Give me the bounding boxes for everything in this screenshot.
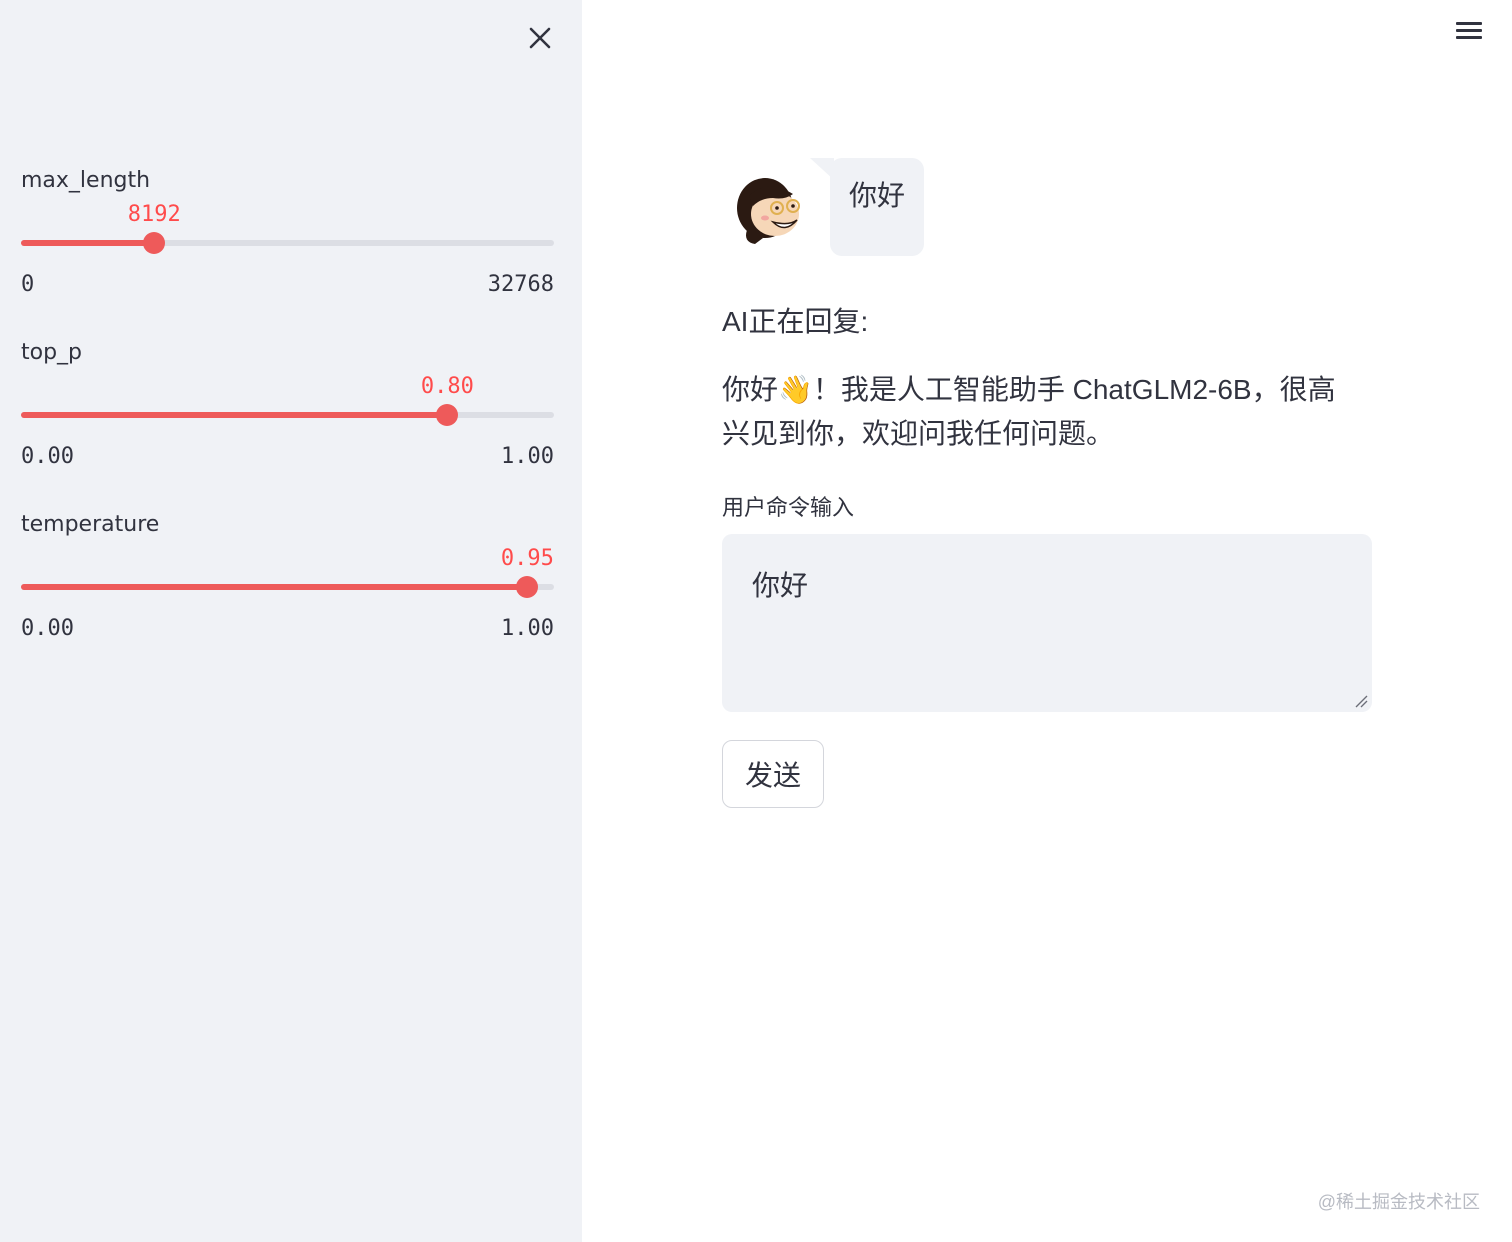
slider-fill [21, 240, 155, 246]
slider-label: top_p [21, 340, 83, 365]
slider-track[interactable] [21, 240, 554, 246]
slider-thumb[interactable] [436, 404, 459, 426]
close-icon [529, 27, 551, 49]
slider-max-label: 32768 [487, 272, 554, 297]
menu-line [1456, 36, 1482, 39]
slider-min-label: 0 [21, 272, 35, 297]
sidebar: max_length 8192 0 32768 top_p 0.80 0.00 … [0, 0, 582, 1242]
ai-status-text: AI正在回复: [722, 306, 869, 337]
slider-top-p: top_p 0.80 0.00 1.00 [21, 340, 554, 480]
ai-reply-text: 你好👋！我是人工智能助手 ChatGLM2-6B，很高兴见到你，欢迎问我任何问题… [722, 374, 1336, 449]
menu-line [1456, 22, 1482, 25]
slider-fill [21, 584, 528, 590]
resize-handle-icon[interactable] [1354, 694, 1368, 708]
slider-max-label: 1.00 [501, 616, 554, 641]
close-sidebar-button[interactable] [522, 20, 558, 56]
slider-max-label: 1.00 [501, 444, 554, 469]
slider-value: 8192 [127, 202, 181, 227]
slider-thumb[interactable] [143, 232, 166, 254]
slider-min-label: 0.00 [21, 444, 74, 469]
slider-label: temperature [21, 512, 160, 537]
slider-thumb[interactable] [516, 576, 539, 598]
slider-fill [21, 412, 448, 418]
hamburger-menu-icon[interactable] [1452, 18, 1488, 48]
user-avatar-icon [733, 172, 809, 248]
slider-temperature: temperature 0.95 0.00 1.00 [21, 512, 554, 652]
user-command-input[interactable]: 你好 [722, 534, 1372, 712]
slider-label: max_length [21, 168, 151, 193]
menu-line [1456, 29, 1482, 32]
slider-value: 0.95 [500, 546, 554, 571]
slider-track[interactable] [21, 584, 554, 590]
user-message-bubble: 你好 [830, 158, 924, 256]
send-button[interactable]: 发送 [722, 740, 824, 808]
slider-max-length: max_length 8192 0 32768 [21, 168, 554, 308]
slider-value: 0.80 [420, 374, 474, 399]
slider-min-label: 0.00 [21, 616, 74, 641]
slider-track[interactable] [21, 412, 554, 418]
input-label: 用户命令输入 [722, 495, 855, 520]
watermark: @稀土掘金技术社区 [1317, 1192, 1480, 1212]
user-message-text: 你好 [849, 180, 906, 211]
